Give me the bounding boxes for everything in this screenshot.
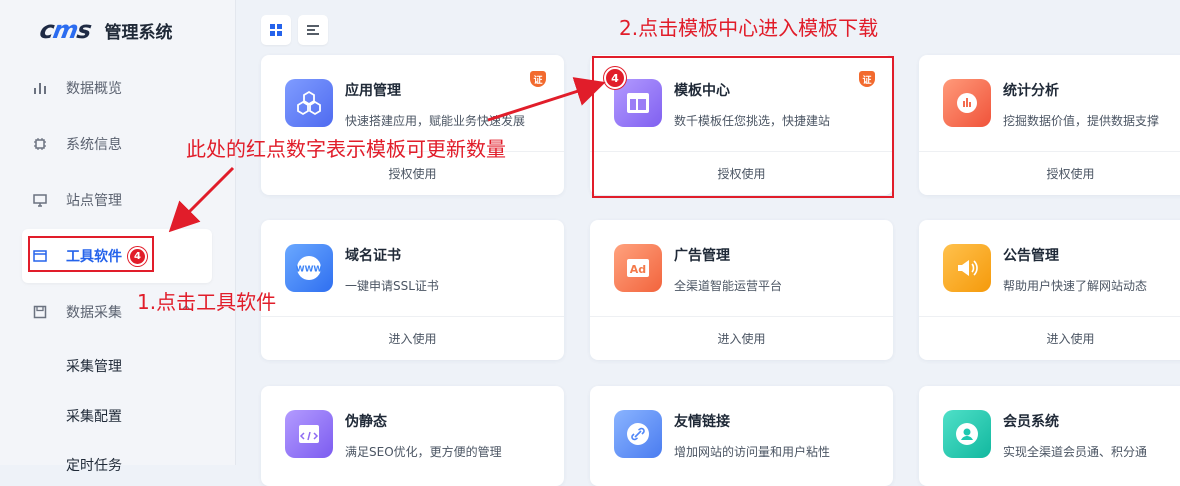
card-description: 全渠道智能运营平台: [674, 279, 783, 293]
card-title: 应用管理: [345, 83, 401, 99]
sidebar-item-label: 数据采集: [66, 305, 122, 321]
certificate-icon: 证: [530, 71, 546, 87]
card-announcement[interactable]: 公告管理 帮助用户快速了解网站动态 进入使用: [919, 220, 1180, 360]
card-ad-management[interactable]: Ad 广告管理 全渠道智能运营平台 进入使用: [590, 220, 893, 360]
authorize-use-link[interactable]: 授权使用: [919, 165, 1180, 182]
card-friendly-links[interactable]: 友情链接 增加网站的访问量和用户粘性: [590, 386, 893, 486]
sidebar-subitem-collection-config[interactable]: 采集配置: [66, 406, 122, 426]
svg-text:Ad: Ad: [630, 263, 646, 276]
sidebar-subitem-collection-management[interactable]: 采集管理: [66, 356, 122, 376]
card-pseudo-static[interactable]: 伪静态 满足SEO优化，更方便的管理: [261, 386, 564, 486]
highlight-box-tools: [28, 236, 154, 272]
link-icon: [614, 410, 662, 458]
annotation-step2: 2.点击模板中心进入模板下载: [619, 16, 879, 40]
card-member-system[interactable]: 会员系统 实现全渠道会员通、积分通: [919, 386, 1180, 486]
svg-text:WWW: WWW: [296, 265, 323, 274]
card-description: 帮助用户快速了解网站动态: [1003, 279, 1148, 293]
card-description: 挖掘数据价值，提供数据支撑: [1003, 114, 1160, 128]
cms-logo-icon: cms: [37, 16, 94, 44]
app-title: 管理系统: [104, 22, 173, 43]
divider: [590, 316, 893, 317]
bar-chart-icon: [32, 80, 48, 96]
chip-icon: [32, 136, 48, 152]
card-description: 一键申请SSL证书: [345, 279, 439, 293]
grid-view-button[interactable]: [261, 15, 291, 45]
sidebar-item-data-overview[interactable]: 数据概览: [22, 62, 212, 114]
annotation-step1: 1.点击工具软件: [137, 290, 277, 314]
card-title: 公告管理: [1003, 248, 1059, 264]
logo[interactable]: cms 管理系统: [37, 14, 173, 46]
code-icon: [285, 410, 333, 458]
divider: [919, 151, 1180, 152]
www-icon: WWW: [285, 244, 333, 292]
card-title: 广告管理: [674, 248, 730, 264]
sidebar-item-system-info[interactable]: 系统信息: [22, 118, 212, 170]
divider: [919, 316, 1180, 317]
card-title: 伪静态: [345, 414, 387, 430]
sidebar-item-site-management[interactable]: 站点管理: [22, 174, 212, 226]
user-icon: [943, 410, 991, 458]
list-view-icon: [307, 25, 319, 35]
card-title: 统计分析: [1003, 83, 1059, 99]
card-statistics[interactable]: 统计分析 挖掘数据价值，提供数据支撑 授权使用: [919, 55, 1180, 195]
monitor-icon: [32, 192, 48, 208]
stats-icon: [943, 79, 991, 127]
sidebar-item-label: 系统信息: [66, 137, 122, 153]
enter-use-link[interactable]: 进入使用: [919, 330, 1180, 347]
divider: [261, 316, 564, 317]
card-description: 增加网站的访问量和用户粘性: [674, 445, 831, 459]
card-description: 满足SEO优化，更方便的管理: [345, 445, 502, 459]
card-app-management[interactable]: 应用管理 快速搭建应用，赋能业务快速发展 证 授权使用: [261, 55, 564, 195]
enter-use-link[interactable]: 进入使用: [261, 330, 564, 347]
card-title: 域名证书: [345, 248, 401, 264]
sidebar-item-label: 数据概览: [66, 81, 122, 97]
annotation-badge-note: 此处的红点数字表示模板可更新数量: [186, 137, 506, 161]
speaker-icon: [943, 244, 991, 292]
card-title: 会员系统: [1003, 414, 1059, 430]
card-description: 快速搭建应用，赋能业务快速发展: [345, 114, 526, 128]
sidebar-subitem-scheduled-tasks[interactable]: 定时任务: [66, 455, 122, 475]
sidebar: cms 管理系统 数据概览 系统信息 站点管理 工具软件 4 数据采集 ^ 采集…: [0, 0, 236, 474]
highlight-box-template-center: [592, 56, 894, 198]
grid-view-icon: [270, 24, 282, 36]
sidebar-item-label: 站点管理: [66, 193, 122, 209]
card-domain-certificate[interactable]: WWW 域名证书 一键申请SSL证书 进入使用: [261, 220, 564, 360]
ad-icon: Ad: [614, 244, 662, 292]
list-view-button[interactable]: [298, 15, 328, 45]
card-title: 友情链接: [674, 414, 730, 430]
cubes-icon: [285, 79, 333, 127]
card-description: 实现全渠道会员通、积分通: [1003, 445, 1148, 459]
enter-use-link[interactable]: 进入使用: [590, 330, 893, 347]
authorize-use-link[interactable]: 授权使用: [261, 165, 564, 182]
save-icon: [32, 304, 48, 320]
